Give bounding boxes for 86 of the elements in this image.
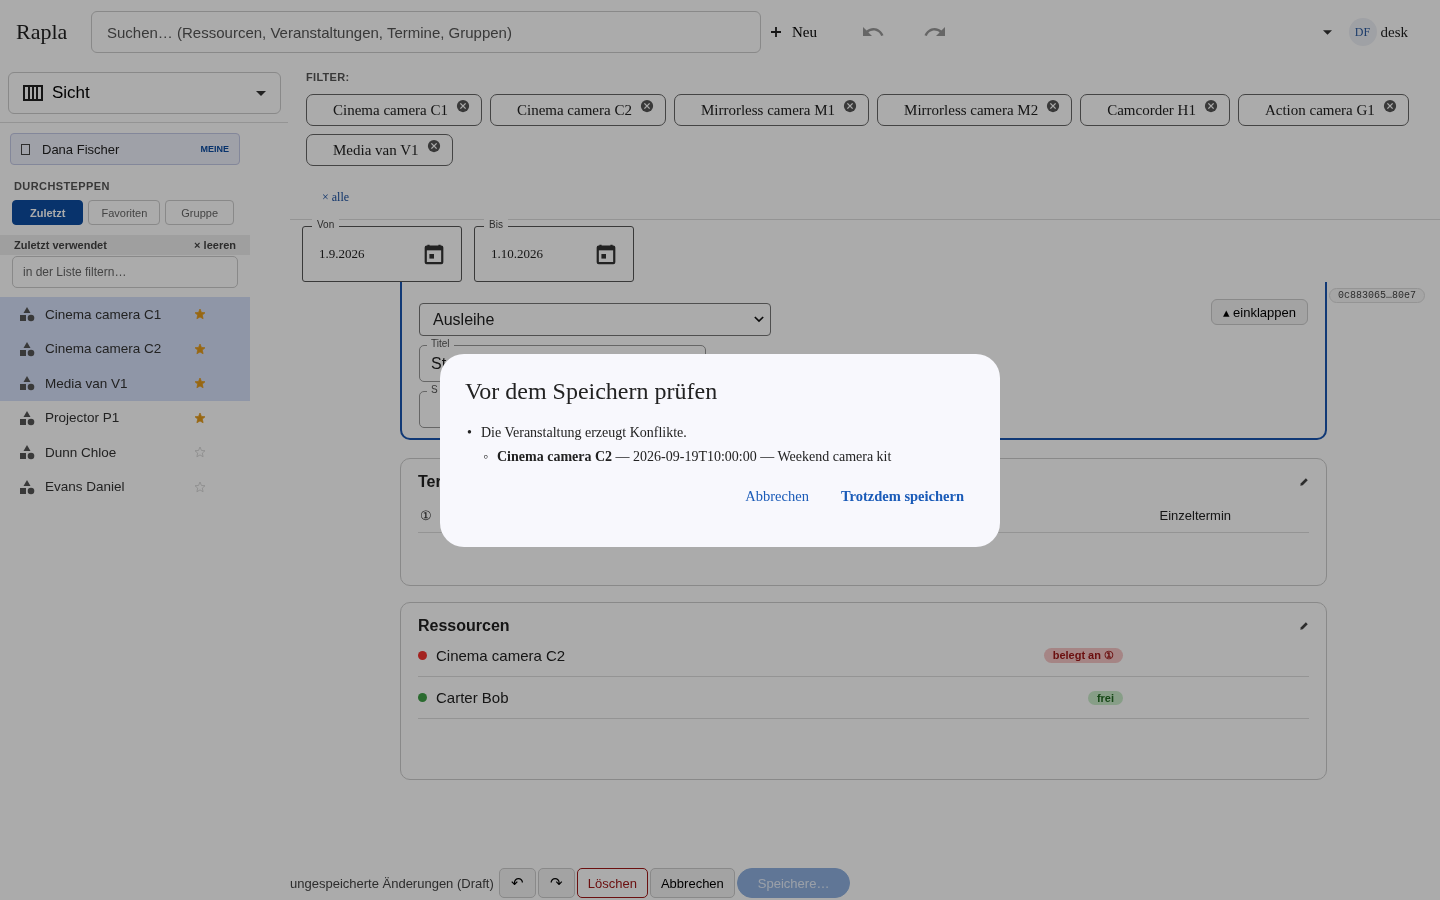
- filter-chip[interactable]: Cinema camera C2: [489, 94, 666, 126]
- resource-item[interactable]: Dunn Chloe: [0, 435, 250, 470]
- resource-name: Cinema camera C2: [436, 647, 567, 664]
- caret-icon: [256, 90, 266, 96]
- star-icon[interactable]: [194, 377, 206, 390]
- filter-chip[interactable]: Camcorder H1: [1080, 94, 1230, 126]
- shapes-icon: [19, 340, 35, 357]
- list-heading: Zuletzt verwendet: [14, 239, 107, 251]
- appointment-type: Einzeltermin: [1159, 508, 1231, 523]
- shapes-icon: [19, 409, 35, 426]
- shapes-icon: [19, 444, 35, 461]
- browse-tab[interactable]: Zuletzt: [12, 200, 84, 225]
- search-field[interactable]: Suchen… (Ressourcen, Veranstaltungen, Termine, Gruppen): [91, 11, 761, 53]
- filter-heading: FILTER:: [306, 71, 351, 83]
- event-type-select[interactable]: Ausleihe: [419, 303, 771, 336]
- section-title: Ter: [418, 473, 442, 491]
- calendar-icon[interactable]: [423, 243, 445, 265]
- clear-all-link[interactable]: × alle: [322, 190, 350, 205]
- pencil-icon[interactable]: [1299, 621, 1309, 631]
- owner-name: Dana Fischer: [42, 141, 121, 157]
- undo-button[interactable]: ↶: [498, 868, 536, 898]
- status-tag: frei: [1087, 690, 1123, 705]
- remove-icon[interactable]: [1382, 99, 1397, 113]
- appointment-text: ①: [420, 508, 432, 523]
- clear-link[interactable]: × leeren: [194, 239, 236, 251]
- bullet-mark: •: [467, 424, 473, 442]
- remove-icon[interactable]: [426, 139, 441, 153]
- pencil-icon[interactable]: [1299, 477, 1309, 487]
- conflict-item: Cinema camera C2 — 2026-09-19T10:00:00 — Weekend camera kit: [497, 449, 892, 464]
- id-badge: 0c883065…80e7: [1329, 288, 1425, 303]
- shapes-icon: [19, 478, 35, 495]
- remove-icon[interactable]: [1046, 99, 1061, 113]
- dialog-cancel-button[interactable]: Abbrechen: [745, 488, 809, 505]
- resource-item[interactable]: Cinema camera C1: [0, 297, 250, 332]
- user-name: desk: [1380, 23, 1408, 41]
- remove-icon[interactable]: [639, 99, 654, 113]
- resource-item[interactable]: Media van V1: [0, 366, 250, 401]
- section-heading: DURCHSTEPPEN: [14, 180, 111, 192]
- browse-tab[interactable]: Gruppe: [165, 200, 234, 225]
- star-outline-icon[interactable]: [194, 480, 206, 493]
- browse-tab[interactable]: Favoriten: [88, 200, 161, 225]
- resource-name: Carter Bob: [436, 689, 510, 706]
- filter-chip[interactable]: Action camera G1: [1237, 94, 1409, 126]
- remove-icon[interactable]: [455, 99, 470, 113]
- remove-icon[interactable]: [843, 99, 858, 113]
- app-logo: Rapla: [16, 19, 69, 45]
- columns-icon: [23, 85, 43, 101]
- star-icon[interactable]: [194, 411, 206, 424]
- star-icon[interactable]: [194, 308, 206, 321]
- draft-status: ungespeicherte Änderungen (Draft): [290, 875, 494, 891]
- filter-chip[interactable]: Mirrorless camera M1: [673, 94, 870, 126]
- field-label: S: [427, 384, 442, 395]
- filter-chip[interactable]: Mirrorless camera M2: [877, 94, 1073, 126]
- calendar-icon[interactable]: [595, 243, 617, 265]
- field-label: Titel: [427, 338, 454, 349]
- resource-item[interactable]: Evans Daniel: [0, 469, 250, 504]
- filter-chip[interactable]: Media van V1: [306, 134, 453, 166]
- field-label: Bis: [484, 219, 508, 230]
- collapse-button[interactable]: ▴ einklappen: [1210, 299, 1308, 325]
- list-filter-field[interactable]: in der Liste filtern…: [12, 256, 238, 288]
- remove-icon[interactable]: [1203, 99, 1218, 113]
- owner-label: MEINE: [200, 144, 229, 154]
- field-label: Von: [312, 219, 340, 230]
- chevron-icon: [754, 316, 764, 323]
- checkbox[interactable]: [21, 143, 30, 155]
- shapes-icon: [19, 306, 35, 323]
- caret-icon[interactable]: [1322, 29, 1332, 35]
- view-dropdown[interactable]: Sicht: [8, 72, 281, 114]
- shapes-icon: [19, 375, 35, 392]
- status-tag: belegt an ①: [1043, 648, 1123, 663]
- bullet-mark: ◦: [483, 448, 489, 466]
- star-icon[interactable]: [194, 342, 206, 355]
- delete-button[interactable]: Löschen: [576, 868, 648, 898]
- star-outline-icon[interactable]: [194, 446, 206, 459]
- new-button[interactable]: Neu: [764, 22, 823, 42]
- user-avatar[interactable]: DF: [1348, 18, 1377, 46]
- dialog-message: Die Veranstaltung erzeugt Konflikte.: [481, 425, 687, 440]
- filter-chip[interactable]: Cinema camera C1: [306, 94, 482, 126]
- confirm-save-button[interactable]: Trotzdem speichern: [840, 488, 964, 505]
- section-title: Ressourcen: [418, 617, 510, 635]
- owner-chip[interactable]: Dana Fischer MEINE: [10, 133, 240, 165]
- redo-button[interactable]: ↷: [537, 868, 575, 898]
- dialog-title: Vor dem Speichern prüfen: [465, 378, 719, 405]
- cancel-button[interactable]: Abbrechen: [649, 868, 735, 898]
- resource-item[interactable]: Cinema camera C2: [0, 331, 250, 366]
- plus-icon: [770, 26, 782, 38]
